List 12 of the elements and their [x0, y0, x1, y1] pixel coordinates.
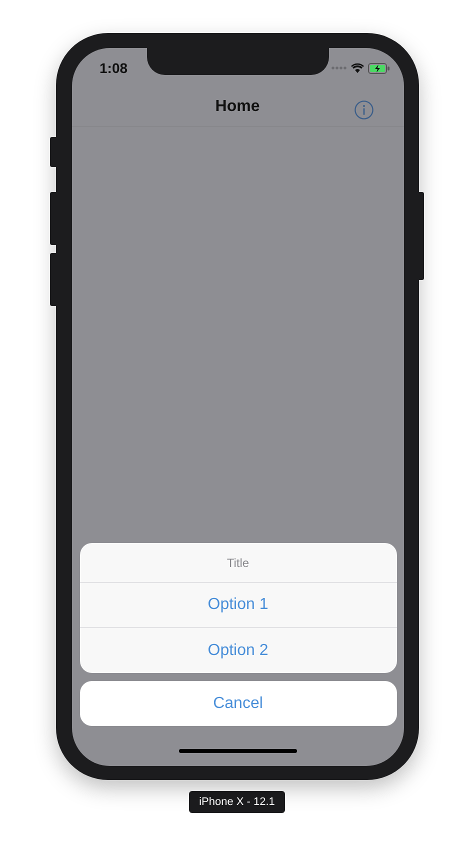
signal-icon — [330, 66, 346, 70]
wifi-icon — [350, 63, 364, 73]
option-button[interactable]: Option 2 — [80, 628, 396, 673]
info-button[interactable] — [354, 100, 374, 120]
nav-title: Home — [215, 98, 260, 116]
info-icon — [354, 100, 374, 120]
status-time: 1:08 — [100, 60, 128, 76]
device-label: iPhone X - 12.1 — [189, 791, 285, 813]
battery-icon — [368, 62, 390, 74]
sheet-title: Title — [80, 543, 396, 583]
option-button[interactable]: Option 1 — [80, 583, 396, 628]
cancel-button[interactable]: Cancel — [80, 681, 396, 726]
